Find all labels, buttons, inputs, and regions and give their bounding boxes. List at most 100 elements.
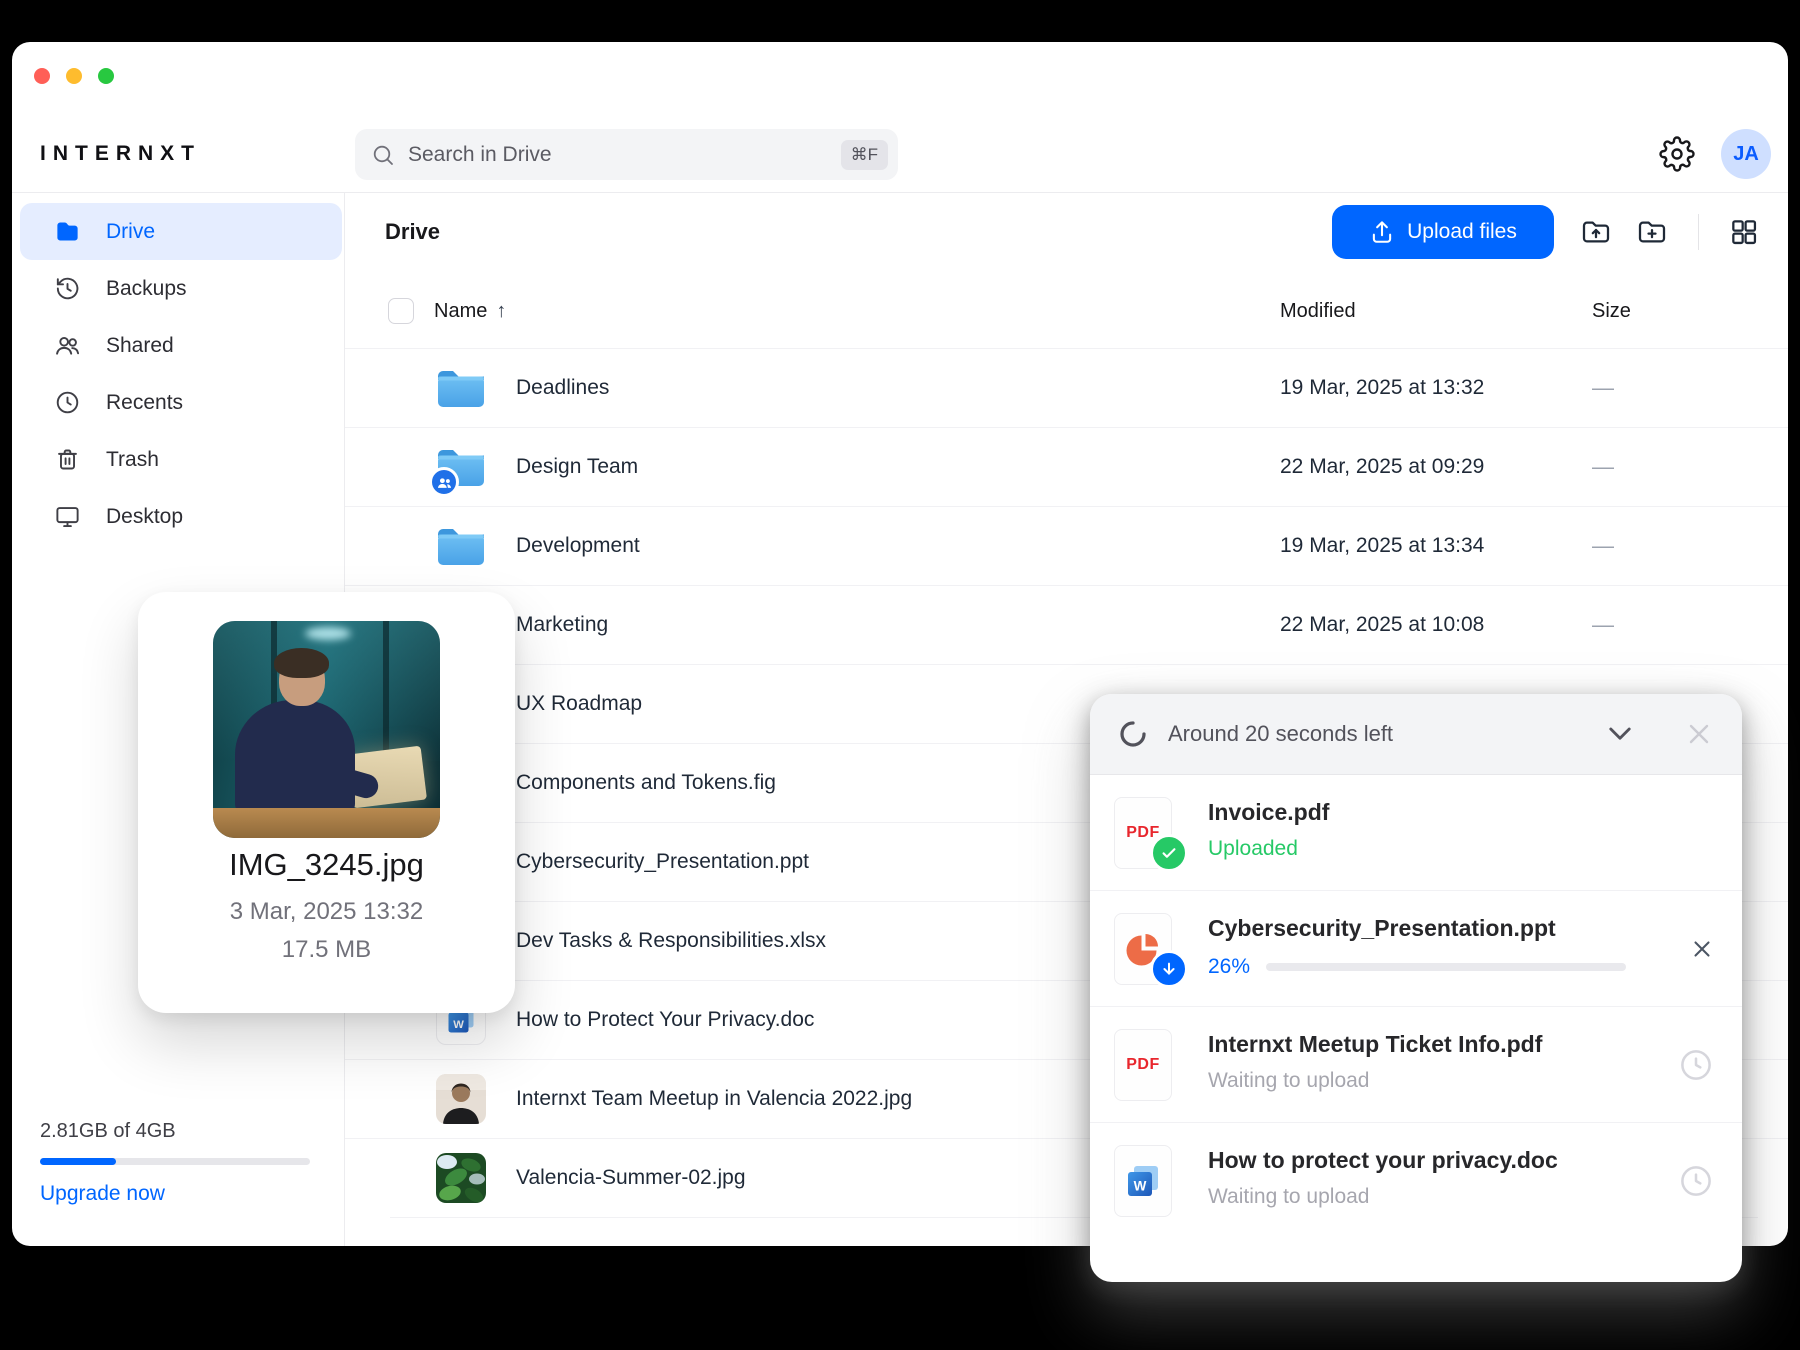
folder-icon (436, 521, 486, 571)
file-size: — (1592, 612, 1614, 637)
upgrade-link[interactable]: Upgrade now (40, 1182, 310, 1206)
column-header-modified[interactable]: Modified (1280, 300, 1356, 323)
upload-item-name: Invoice.pdf (1208, 799, 1330, 825)
sort-arrow-icon: ↑ (496, 300, 507, 322)
column-header-name[interactable]: Name ↑ (434, 300, 506, 323)
search-shortcut-badge: ⌘F (840, 139, 888, 170)
close-window-button[interactable] (34, 68, 50, 84)
cancel-upload-icon[interactable] (1689, 936, 1715, 962)
upload-item-name: How to protect your privacy.doc (1208, 1147, 1558, 1173)
minimize-window-button[interactable] (66, 68, 82, 84)
table-row[interactable]: Design Team 22 Mar, 2025 at 09:29 — (345, 427, 1788, 506)
table-row[interactable]: Development 19 Mar, 2025 at 13:34 — (345, 506, 1788, 585)
close-icon[interactable] (1683, 718, 1715, 750)
page-title: Drive (385, 219, 441, 244)
file-preview-card: IMG_3245.jpg 3 Mar, 2025 13:32 17.5 MB (138, 592, 515, 1013)
upload-percent: 26% (1208, 955, 1251, 978)
upload-progress-panel: Around 20 seconds left PDF Invoice.pdf U… (1090, 694, 1742, 1282)
history-icon (54, 275, 81, 302)
gear-icon[interactable] (1659, 136, 1695, 172)
progress-bar (1266, 963, 1627, 971)
folder-icon (429, 442, 486, 497)
spinner-icon (1118, 719, 1148, 749)
chevron-down-icon[interactable] (1603, 717, 1637, 751)
sidebar-item-drive[interactable]: Drive (20, 203, 342, 260)
upload-item-status: Waiting to upload (1208, 1185, 1370, 1208)
powerpoint-file-icon (1114, 913, 1188, 988)
file-name: Marketing (516, 613, 609, 636)
select-all-checkbox[interactable] (388, 298, 414, 324)
file-name: How to Protect Your Privacy.doc (516, 1008, 815, 1031)
upload-item-status: Waiting to upload (1208, 1069, 1370, 1092)
search-input[interactable] (408, 142, 841, 167)
upload-item-name: Internxt Meetup Ticket Info.pdf (1208, 1031, 1543, 1057)
photo-portrait-thumbnail (436, 1074, 486, 1124)
pdf-file-icon: PDF (1114, 797, 1188, 872)
sidebar-item-backups[interactable]: Backups (20, 260, 342, 317)
upload-item-status: Uploaded (1208, 837, 1298, 860)
sidebar-item-label: Drive (106, 219, 156, 243)
sidebar-item-label: Shared (106, 333, 174, 357)
file-icon (436, 1153, 486, 1203)
avatar[interactable]: JA (1721, 129, 1771, 179)
folder-icon (436, 363, 486, 413)
upload-item: Cybersecurity_Presentation.ppt 26% (1090, 891, 1742, 1007)
pdf-file-icon: PDF (1114, 1029, 1172, 1101)
preview-date: 3 Mar, 2025 13:32 (229, 898, 424, 925)
waiting-clock-icon (1677, 1046, 1715, 1084)
file-name: Dev Tasks & Responsibilities.xlsx (516, 929, 827, 952)
sidebar-item-shared[interactable]: Shared (20, 317, 342, 374)
monitor-icon (54, 503, 81, 530)
shared-folder-badge-icon (429, 467, 459, 497)
svg-text:W: W (1134, 1179, 1147, 1194)
upload-items-list: PDF Invoice.pdf Uploaded Cybersecurity_P… (1090, 775, 1742, 1239)
file-modified: 19 Mar, 2025 at 13:32 (1280, 376, 1485, 399)
sidebar-item-recents[interactable]: Recents (20, 374, 342, 431)
preview-filename: IMG_3245.jpg (229, 847, 424, 882)
storage-meter (40, 1158, 310, 1165)
grid-view-icon[interactable] (1728, 216, 1760, 248)
sidebar-item-trash[interactable]: Trash (20, 431, 342, 488)
sidebar-item-label: Desktop (106, 504, 184, 528)
clock-icon (54, 389, 81, 416)
zoom-window-button[interactable] (98, 68, 114, 84)
photo-leaves-thumbnail (436, 1153, 486, 1203)
file-name: Design Team (516, 455, 639, 478)
table-row[interactable]: Deadlines 19 Mar, 2025 at 13:32 — (345, 348, 1788, 427)
preview-size: 17.5 MB (281, 936, 372, 963)
file-modified: 19 Mar, 2025 at 13:34 (1280, 534, 1485, 557)
file-name: Deadlines (516, 376, 610, 399)
upload-icon (1369, 219, 1395, 245)
file-name: Cybersecurity_Presentation.ppt (516, 850, 809, 873)
upload-progress-row: 26% (1208, 955, 1627, 979)
word-file-icon: W (1114, 1145, 1172, 1217)
upload-files-button[interactable]: Upload files (1332, 205, 1554, 259)
uploaded-check-icon (1150, 834, 1188, 872)
upload-item: W How to protect your privacy.doc Waitin… (1090, 1123, 1742, 1239)
column-header-size[interactable]: Size (1592, 300, 1631, 323)
file-size: — (1592, 533, 1614, 558)
window-controls (34, 68, 114, 84)
screen: INTERNXT ⌘F JA Drive Backups Shared Rece… (0, 0, 1800, 1350)
waiting-clock-icon (1677, 1162, 1715, 1200)
new-folder-icon[interactable] (1636, 216, 1668, 248)
users-icon (54, 332, 81, 359)
file-name: UX Roadmap (516, 692, 643, 715)
search-bar[interactable]: ⌘F (355, 129, 898, 180)
search-icon (371, 143, 395, 167)
file-name: Internxt Team Meetup in Valencia 2022.jp… (516, 1087, 913, 1110)
svg-text:W: W (453, 1019, 464, 1031)
file-name: Valencia-Summer-02.jpg (516, 1166, 746, 1189)
sidebar-item-desktop[interactable]: Desktop (20, 488, 342, 545)
upload-folder-icon[interactable] (1580, 216, 1612, 248)
file-name: Components and Tokens.fig (516, 771, 776, 794)
file-size: — (1592, 454, 1614, 479)
upload-item: PDF Internxt Meetup Ticket Info.pdf Wait… (1090, 1007, 1742, 1123)
table-row[interactable]: Marketing 22 Mar, 2025 at 10:08 — (345, 585, 1788, 664)
sidebar-item-label: Trash (106, 447, 159, 471)
upload-item: PDF Invoice.pdf Uploaded (1090, 775, 1742, 891)
sidebar-item-label: Backups (106, 276, 187, 300)
uploading-arrow-icon (1150, 950, 1188, 988)
file-icon (436, 1074, 486, 1124)
internxt-logo: INTERNXT (40, 142, 201, 165)
